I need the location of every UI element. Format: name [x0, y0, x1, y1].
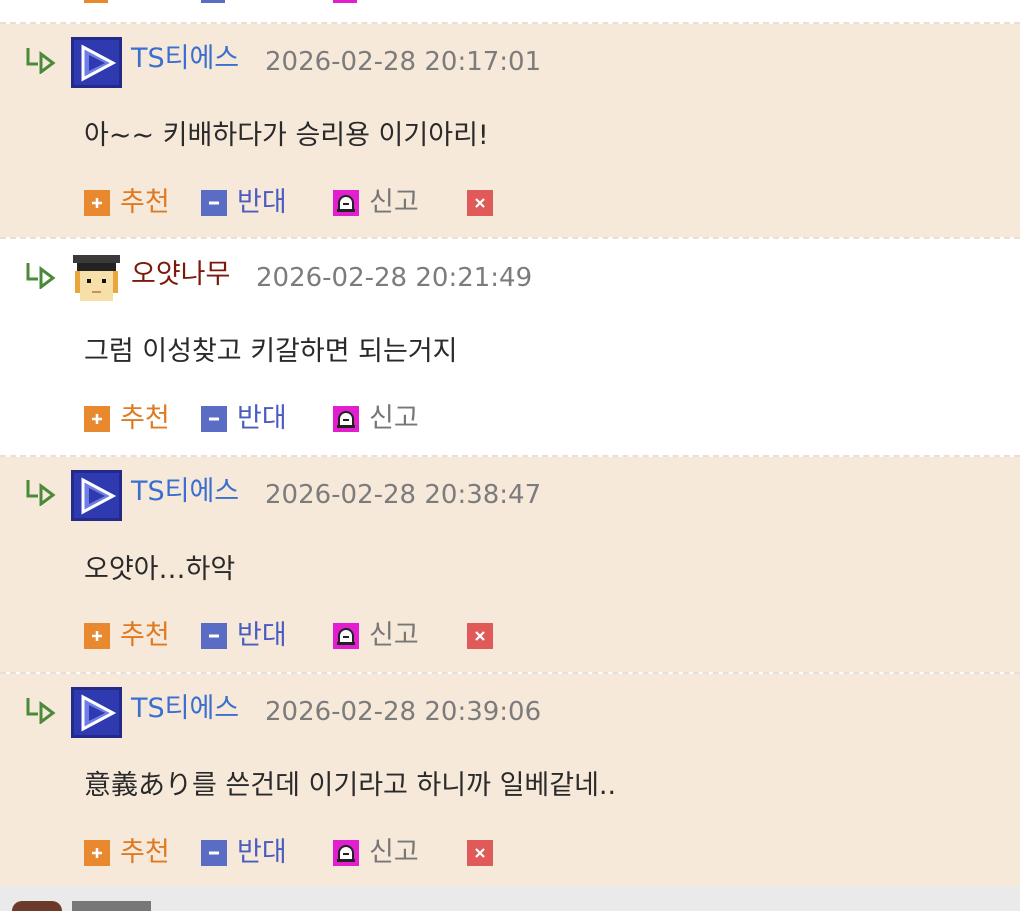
reply-arrow-icon: [26, 480, 56, 506]
comment-text: 意義あり를 쓴건데 이기라고 하니까 일베같네..: [84, 770, 617, 801]
recommend-button[interactable]: 추천: [84, 836, 170, 870]
delete-button[interactable]: [467, 836, 493, 870]
play-icon: [71, 470, 122, 521]
plus-icon: [84, 840, 110, 866]
comment-item: TS티에스 2026-02-28 20:38:47 오얏아…하악 추천 반대 신…: [0, 457, 1020, 672]
recommend-label: 추천: [120, 620, 170, 651]
comment-actions: 추천 반대 신고: [84, 402, 524, 436]
comment-text: 아~~ 키배하다가 승리용 이기아리!: [84, 120, 489, 151]
top-strip: [0, 0, 1020, 22]
avatar[interactable]: [71, 253, 122, 304]
reply-arrow-icon: [26, 698, 56, 724]
play-icon: [71, 37, 122, 88]
plus-icon: [84, 190, 110, 216]
avatar[interactable]: [71, 37, 122, 88]
siren-icon: [333, 623, 359, 649]
oppose-button[interactable]: 반대: [201, 186, 287, 220]
comment-input-bar: [0, 886, 1020, 911]
plus-icon: [84, 406, 110, 432]
reply-arrow-icon: [26, 263, 56, 289]
report-label: 신고: [369, 187, 419, 218]
comment-actions: 추천 반대 신고: [84, 619, 524, 653]
timestamp: 2026-02-28 20:38:47: [265, 480, 542, 510]
recommend-label: 추천: [120, 837, 170, 868]
siren-icon: [333, 406, 359, 432]
student-icon: [71, 253, 122, 304]
oppose-label: 반대: [237, 403, 287, 434]
submit-button[interactable]: [72, 901, 151, 911]
timestamp: 2026-02-28 20:17:01: [265, 47, 542, 77]
close-icon: [467, 623, 493, 649]
plus-icon: [84, 623, 110, 649]
comment-item: 오얏나무 2026-02-28 20:21:49 그럼 이성찾고 키갈하면 되는…: [0, 239, 1020, 455]
play-icon: [71, 687, 122, 738]
oppose-label: 반대: [237, 187, 287, 218]
comment-actions: 추천 반대 신고: [84, 836, 524, 870]
oppose-button[interactable]: 반대: [201, 619, 287, 653]
prev-recommend-icon: [84, 0, 108, 3]
recommend-button[interactable]: 추천: [84, 402, 170, 436]
minus-icon: [201, 406, 227, 432]
siren-icon: [333, 190, 359, 216]
report-label: 신고: [369, 403, 419, 434]
report-label: 신고: [369, 620, 419, 651]
close-icon: [467, 840, 493, 866]
recommend-label: 추천: [120, 403, 170, 434]
nickname[interactable]: TS티에스: [131, 475, 239, 509]
report-button[interactable]: 신고: [333, 402, 419, 436]
avatar: [12, 901, 62, 911]
nickname[interactable]: TS티에스: [131, 42, 239, 76]
siren-icon: [333, 840, 359, 866]
oppose-label: 반대: [237, 620, 287, 651]
timestamp: 2026-02-28 20:21:49: [256, 263, 533, 293]
avatar[interactable]: [71, 470, 122, 521]
delete-button[interactable]: [467, 619, 493, 653]
recommend-label: 추천: [120, 187, 170, 218]
report-button[interactable]: 신고: [333, 619, 419, 653]
prev-oppose-icon: [201, 0, 225, 3]
nickname[interactable]: TS티에스: [131, 692, 239, 726]
oppose-button[interactable]: 반대: [201, 402, 287, 436]
recommend-button[interactable]: 추천: [84, 619, 170, 653]
prev-report-icon: [333, 0, 357, 3]
comment-actions: 추천 반대 신고: [84, 186, 524, 220]
report-label: 신고: [369, 837, 419, 868]
comment-text: 그럼 이성찾고 키갈하면 되는거지: [84, 336, 458, 367]
oppose-button[interactable]: 반대: [201, 836, 287, 870]
recommend-button[interactable]: 추천: [84, 186, 170, 220]
reply-arrow-icon: [26, 48, 56, 74]
nickname[interactable]: 오얏나무: [131, 258, 230, 292]
minus-icon: [201, 840, 227, 866]
report-button[interactable]: 신고: [333, 836, 419, 870]
comment-text: 오얏아…하악: [84, 554, 236, 585]
avatar[interactable]: [71, 687, 122, 738]
minus-icon: [201, 623, 227, 649]
report-button[interactable]: 신고: [333, 186, 419, 220]
comment-item: TS티에스 2026-02-28 20:39:06 意義あり를 쓴건데 이기라고…: [0, 674, 1020, 886]
close-icon: [467, 190, 493, 216]
timestamp: 2026-02-28 20:39:06: [265, 697, 542, 727]
comment-item: TS티에스 2026-02-28 20:17:01 아~~ 키배하다가 승리용 …: [0, 24, 1020, 237]
delete-button[interactable]: [467, 186, 493, 220]
minus-icon: [201, 190, 227, 216]
oppose-label: 반대: [237, 837, 287, 868]
